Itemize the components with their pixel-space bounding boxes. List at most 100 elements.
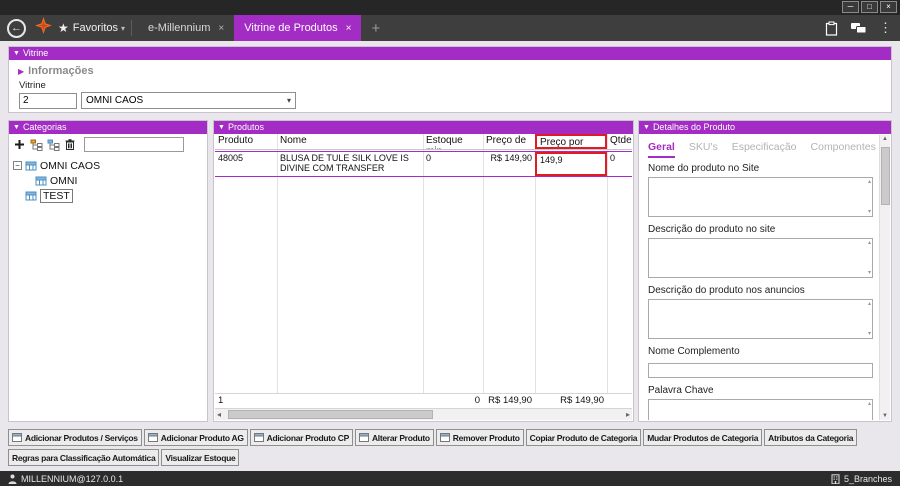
descricao-anuncios-textarea[interactable]: ▴ ▾ [648,299,873,339]
tab-close-icon[interactable]: × [218,23,224,34]
summary-count: 1 [218,395,224,406]
separator [131,20,133,36]
chevron-down-icon[interactable]: ▾ [121,24,125,33]
collapse-nodes-icon[interactable] [47,139,60,151]
vitrine-controls: OMNI CAOS ▾ [9,92,891,109]
column-header-preco-por[interactable]: Preço por [535,134,607,149]
cell-produto: 48005 [218,153,244,163]
tree-item-label: OMNI CAOS [40,159,101,172]
summary-preco-de: R$ 149,90 [488,395,532,406]
tab-skus[interactable]: SKU's [689,141,718,158]
atributos-categoria-button[interactable]: Atributos da Categoria [764,429,858,446]
button-label: Visualizar Estoque [165,452,236,463]
cell-estoque-min: 0 [426,153,432,163]
new-tab-button[interactable]: + [371,20,380,37]
nome-site-textarea[interactable]: ▴ ▾ [648,177,873,217]
scroll-left-icon[interactable]: ◂ [217,409,221,420]
table-summary-row: 1 0 R$ 149,90 R$ 149,90 [215,393,632,407]
tab-bar: ← ★ Favoritos ▾ e-Millennium × Vitrine d… [0,15,900,41]
tree-item-omni[interactable]: OMNI [13,173,205,188]
cell-preco-por: 149,9 [535,152,607,176]
nome-complemento-input[interactable] [648,363,873,378]
minimize-button[interactable]: ─ [842,1,859,13]
delete-category-icon[interactable] [64,138,76,151]
nome-complemento-label: Nome Complemento [648,346,740,357]
button-label: Alterar Produto [371,432,430,443]
scrollbar-thumb[interactable] [881,147,890,205]
vitrine-panel-header: ▼ Vitrine [9,47,891,60]
palavra-chave-textarea[interactable]: ▴ ▾ [648,399,873,420]
produtos-panel-title: Produtos [227,122,264,132]
remover-produto-button[interactable]: Remover Produto [435,429,524,446]
vitrine-panel: ▼ Vitrine ▶ Informações Vitrine OMNI CAO… [8,46,892,113]
adicionar-produtos-servicos-button[interactable]: Adicionar Produtos / Serviços [8,429,142,446]
grid-icon [439,433,450,442]
visualizar-estoque-button[interactable]: Visualizar Estoque [161,449,240,466]
scroll-down-icon[interactable]: ▼ [882,413,888,419]
product-row[interactable]: 48005 BLUSA DE TULE SILK LOVE IS DIVINE … [215,151,632,177]
adicionar-produto-cp-button[interactable]: Adicionar Produto CP [249,429,353,446]
collapse-panel-icon[interactable]: ▼ [643,121,650,134]
vitrine-select[interactable]: OMNI CAOS ▾ [81,92,296,109]
close-button[interactable]: × [880,1,897,13]
back-button[interactable]: ← [7,18,26,38]
app-window: ─ □ × ← ★ Favoritos ▾ e-Millennium × Vit… [0,0,900,486]
messages-icon[interactable] [850,22,867,35]
vertical-scrollbar[interactable]: ▲ ▼ [879,135,890,420]
vitrine-code-input[interactable] [19,92,77,109]
vitrine-panel-title: Vitrine [22,48,49,58]
collapse-node-box-icon[interactable]: − [13,161,22,170]
more-menu-icon[interactable]: ⋮ [879,20,892,36]
detalhes-tabs: Geral SKU's Especificação Componentes [639,134,891,158]
detalhes-panel-header: ▼ Detalhes do Produto [639,121,891,134]
actions-row-2: Regras para Classificação Automática Vis… [8,449,240,466]
scrollbar-thumb[interactable] [228,410,433,419]
column-header-preco-de[interactable]: Preço de [483,134,535,149]
detalhes-fields: Nome do produto no Site ▴ ▾ Descrição do… [648,161,873,420]
horizontal-scrollbar[interactable]: ◂ ▸ [215,408,632,420]
adicionar-produto-ag-button[interactable]: Adicionar Produto AG [143,429,248,446]
tree-item-label: OMNI [50,174,78,187]
copiar-produto-categoria-button[interactable]: Copiar Produto de Categoria [525,429,642,446]
mudar-produtos-categoria-button[interactable]: Mudar Produtos de Categoria [643,429,763,446]
tab-e-millennium[interactable]: e-Millennium × [138,15,234,41]
tree-item-test[interactable]: TEST [13,188,205,203]
tab-geral[interactable]: Geral [648,141,675,158]
category-table-icon [25,160,37,172]
category-table-icon [35,175,47,187]
collapse-panel-icon[interactable]: ▼ [13,47,20,60]
column-header-qtde[interactable]: Qtde ... [607,134,632,149]
column-header-produto[interactable]: Produto [215,134,277,149]
favorites-menu[interactable]: Favoritos [73,22,118,34]
tabbar-right-icons: ⋮ [825,15,892,41]
expand-nodes-icon[interactable] [30,139,43,151]
column-header-estoque-min[interactable]: Estoque min [423,134,483,149]
tab-componentes[interactable]: Componentes [811,141,876,158]
clipboard-icon[interactable] [825,21,838,36]
maximize-button[interactable]: □ [861,1,878,13]
collapse-panel-icon[interactable]: ▼ [218,121,225,134]
tab-vitrine-de-produtos[interactable]: Vitrine de Produtos × [234,15,362,41]
back-arrow-icon: ← [11,21,22,34]
tab-close-icon[interactable]: × [346,23,352,34]
tree-item-omni-caos[interactable]: − OMNI CAOS [13,158,205,173]
descricao-site-textarea[interactable]: ▴ ▾ [648,238,873,278]
palavra-chave-label: Palavra Chave [648,385,714,396]
status-user-label: MILLENNIUM@127.0.0.1 [21,473,124,484]
regras-classificacao-button[interactable]: Regras para Classificação Automática [8,449,160,466]
tab-label: Vitrine de Produtos [244,22,338,34]
collapse-panel-icon[interactable]: ▼ [13,121,20,134]
scroll-right-icon[interactable]: ▸ [626,409,630,420]
add-category-icon[interactable] [13,138,26,151]
scroll-up-icon[interactable]: ▲ [882,136,888,142]
category-search-input[interactable] [84,137,184,152]
alterar-produto-button[interactable]: Alterar Produto [354,429,434,446]
column-header-nome[interactable]: Nome [277,134,423,149]
chevron-down-icon: ▾ [286,96,291,105]
grid-icon [12,433,22,442]
tab-especificacao[interactable]: Especificação [732,141,797,158]
user-icon [8,474,17,484]
category-tree: − OMNI CAOS OMNI TEST [9,154,207,203]
expander-arrow-icon[interactable]: ▶ [18,67,24,76]
produtos-panel-header: ▼ Produtos [214,121,633,134]
